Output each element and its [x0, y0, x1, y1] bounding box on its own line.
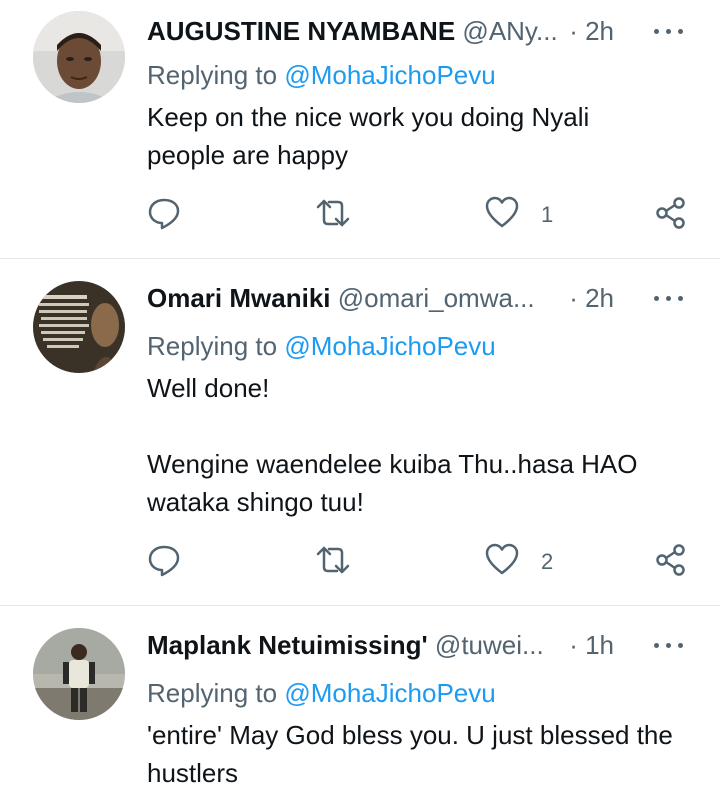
replying-to: Replying to @MohaJichoPevu [147, 676, 496, 710]
retweet-button[interactable] [315, 196, 351, 236]
mention-link[interactable]: @MohaJichoPevu [284, 678, 495, 708]
reply-button[interactable] [147, 196, 181, 236]
user-handle[interactable]: @tuwei... [435, 630, 544, 660]
display-name[interactable]: Maplank Netuimissing' [147, 630, 428, 660]
retweet-button[interactable] [315, 543, 351, 583]
reply-tweet[interactable]: Maplank Netuimissing' @tuwei... · 1h Rep… [0, 606, 720, 808]
avatar[interactable] [33, 281, 125, 373]
reply-button[interactable] [147, 543, 181, 583]
reply-icon [148, 545, 180, 577]
like-count: 1 [541, 202, 554, 227]
replying-to-label: Replying to [147, 331, 278, 361]
tweet-text: Keep on the nice work you doing Nyali pe… [147, 102, 590, 170]
share-icon [656, 197, 685, 229]
more-icon[interactable] [654, 281, 684, 315]
action-bar: 1 [0, 196, 720, 236]
display-name[interactable]: Omari Mwaniki [147, 283, 331, 313]
share-icon [656, 544, 685, 576]
retweet-icon [316, 546, 350, 574]
share-button[interactable] [654, 543, 688, 583]
like-button[interactable]: 2 [485, 543, 553, 583]
heart-icon [485, 543, 519, 575]
mention-link[interactable]: @MohaJichoPevu [284, 331, 495, 361]
reply-tweet[interactable]: AUGUSTINE NYAMBANE @ANy... · 2h Replying… [0, 0, 720, 259]
replying-to-label: Replying to [147, 60, 278, 90]
retweet-icon [316, 199, 350, 227]
more-icon[interactable] [654, 14, 684, 48]
tweet-header: Omari Mwaniki @omari_omwa... · 2h [147, 281, 700, 315]
tweet-header: AUGUSTINE NYAMBANE @ANy... · 2h [147, 14, 700, 48]
like-count: 2 [541, 549, 554, 574]
replying-to-label: Replying to [147, 678, 278, 708]
like-button[interactable]: 1 [485, 196, 553, 236]
timestamp[interactable]: · 2h [569, 14, 614, 48]
replying-to: Replying to @MohaJichoPevu [147, 329, 496, 363]
mention-link[interactable]: @MohaJichoPevu [284, 60, 495, 90]
share-button[interactable] [654, 196, 688, 236]
more-icon[interactable] [654, 628, 684, 662]
tweet-text: Well done! Wengine waendelee kuiba Thu..… [147, 373, 638, 517]
tweet-text: 'entire' May God bless you. U just bless… [147, 720, 673, 788]
avatar[interactable] [33, 11, 125, 103]
reply-icon [148, 198, 180, 230]
heart-icon [485, 196, 519, 228]
user-handle[interactable]: @ANy... [462, 16, 557, 46]
action-bar: 2 [0, 543, 720, 583]
timestamp[interactable]: · 2h [569, 281, 614, 315]
display-name[interactable]: AUGUSTINE NYAMBANE [147, 16, 455, 46]
tweet-header: Maplank Netuimissing' @tuwei... · 1h [147, 628, 700, 662]
replying-to: Replying to @MohaJichoPevu [147, 58, 496, 92]
avatar[interactable] [33, 628, 125, 720]
user-handle[interactable]: @omari_omwa... [338, 283, 535, 313]
timestamp[interactable]: · 1h [569, 628, 614, 662]
reply-tweet[interactable]: Omari Mwaniki @omari_omwa... · 2h Replyi… [0, 259, 720, 606]
